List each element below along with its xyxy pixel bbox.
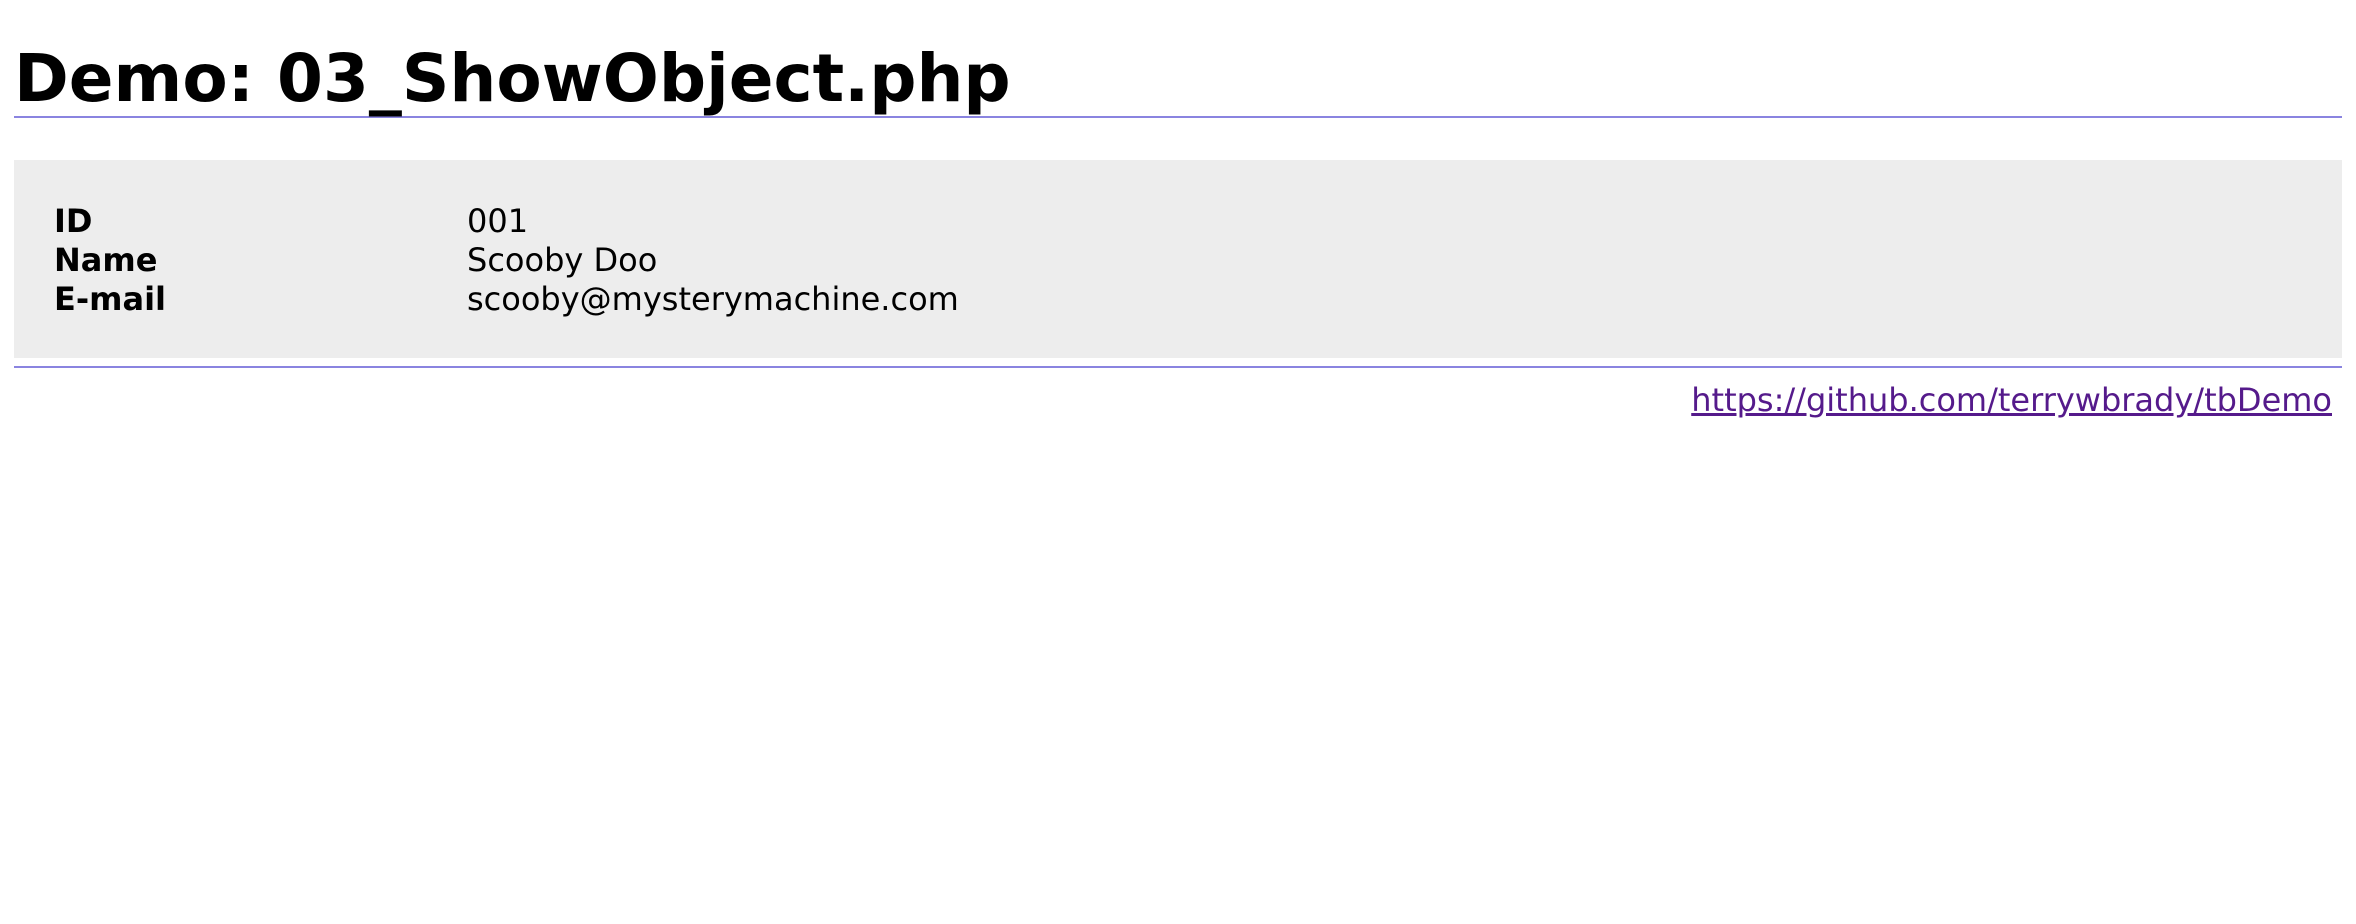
page-title: Demo: 03_ShowObject.php <box>14 40 1011 117</box>
field-label-id: ID <box>54 202 93 240</box>
field-value-email: scooby@mysterymachine.com <box>467 280 959 318</box>
record-panel: ID 001 Name Scooby Doo E-mail scooby@mys… <box>14 160 2342 358</box>
footer: https://github.com/terrywbrady/tbDemo <box>14 368 2342 420</box>
field-label-email: E-mail <box>54 280 167 318</box>
page: Demo: 03_ShowObject.php ID 001 Name Scoo… <box>14 0 2342 420</box>
record-row-name: Name Scooby Doo <box>54 241 959 280</box>
field-label-name: Name <box>54 241 158 279</box>
field-value-id: 001 <box>467 202 529 240</box>
field-value-name: Scooby Doo <box>467 241 658 279</box>
record-row-id: ID 001 <box>54 202 959 241</box>
github-link[interactable]: https://github.com/terrywbrady/tbDemo <box>1691 381 2332 419</box>
record-table: ID 001 Name Scooby Doo E-mail scooby@mys… <box>54 202 959 319</box>
record-row-email: E-mail scooby@mysterymachine.com <box>54 280 959 319</box>
